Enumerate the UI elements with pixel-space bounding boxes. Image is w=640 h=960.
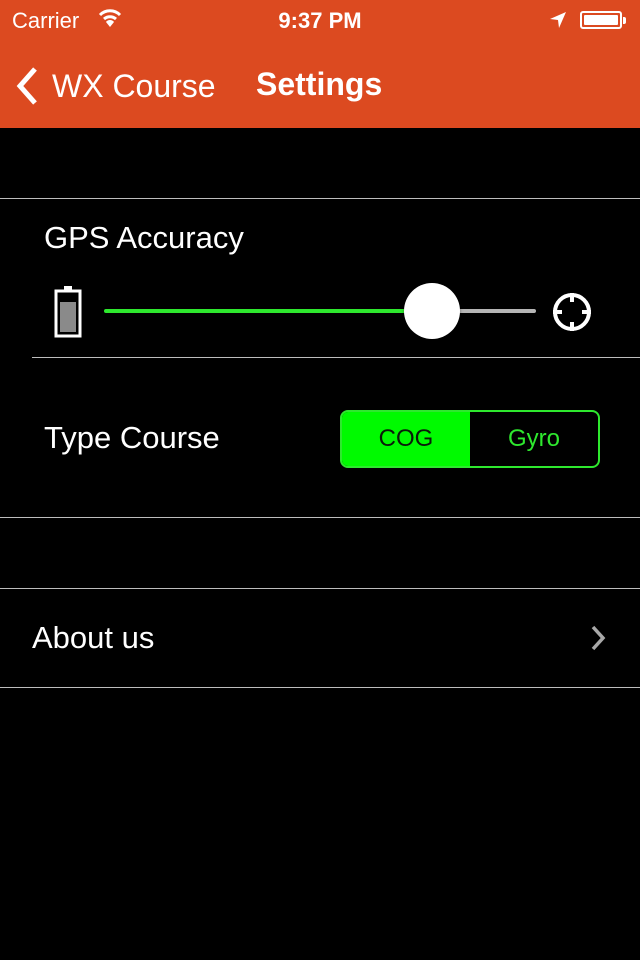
divider <box>0 198 640 199</box>
page-title: Settings <box>256 66 383 102</box>
type-course-segmented-control[interactable]: COG Gyro <box>340 410 600 468</box>
type-course-label: Type Course <box>44 420 220 455</box>
chevron-right-icon <box>591 625 606 651</box>
battery-icon <box>580 11 626 29</box>
slider-thumb[interactable] <box>404 283 460 339</box>
back-button[interactable]: WX Course <box>16 64 216 108</box>
status-bar: Carrier 9:37 PM <box>0 0 640 40</box>
navigation-bar: WX Course Settings <box>0 40 640 128</box>
divider <box>32 357 640 358</box>
gps-accuracy-slider[interactable] <box>104 283 536 339</box>
location-arrow-icon <box>548 10 568 36</box>
divider <box>0 687 640 688</box>
slider-track-min <box>104 309 432 313</box>
about-us-label: About us <box>32 620 155 655</box>
battery-low-icon <box>54 286 82 338</box>
about-us-row[interactable]: About us <box>0 589 640 687</box>
crosshair-icon <box>553 293 591 331</box>
segment-cog[interactable]: COG <box>342 412 470 466</box>
segment-gyro[interactable]: Gyro <box>470 412 598 466</box>
back-label: WX Course <box>52 67 216 104</box>
gps-accuracy-label: GPS Accuracy <box>44 220 244 255</box>
header: Carrier 9:37 PM WX Course Settings <box>0 0 640 128</box>
chevron-left-icon <box>16 67 37 105</box>
status-time: 9:37 PM <box>278 8 362 33</box>
divider <box>0 517 640 518</box>
